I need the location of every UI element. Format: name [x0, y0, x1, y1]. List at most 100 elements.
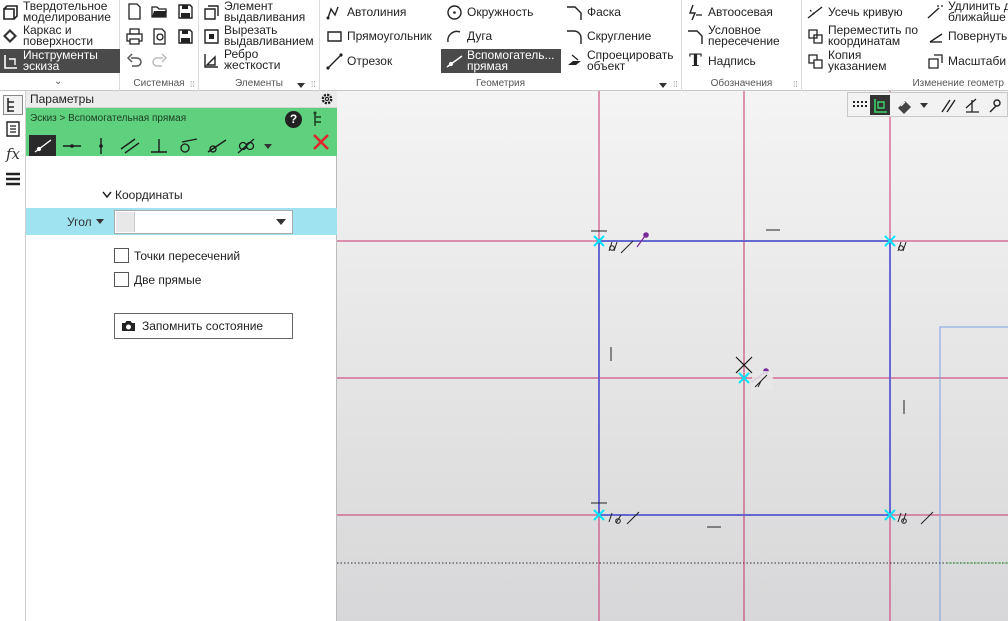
layers-icon[interactable]: [3, 169, 23, 189]
function-icon[interactable]: fx: [3, 144, 23, 164]
mode-sketch-tools[interactable]: Инструменты эскиза: [0, 49, 120, 73]
extend-line2: ближайше: [948, 10, 1006, 24]
autoline-button[interactable]: Автолиния: [326, 0, 406, 24]
display-style-icon[interactable]: [894, 95, 914, 115]
checkbox-box[interactable]: [114, 248, 129, 263]
angle-lock-icon[interactable]: [116, 212, 135, 232]
rectangle-button[interactable]: Прямоугольник: [326, 24, 432, 48]
properties-icon[interactable]: [3, 119, 23, 139]
chevron-down-icon: [102, 191, 112, 199]
vertical-line-mode-button[interactable]: [87, 135, 114, 156]
cut-extrude-button[interactable]: Вырезать выдавливанием: [203, 24, 314, 48]
group-title-geometry: Геометрия: [475, 78, 526, 89]
two-lines-label: Две прямые: [134, 272, 202, 287]
mode-group: Твердотельное моделирование Каркас и повер…: [0, 0, 120, 91]
grid-icon[interactable]: [849, 95, 869, 115]
project-object-button[interactable]: Спроецировать объект: [566, 49, 674, 73]
any-line-icon: [34, 138, 51, 153]
coordinates-section-header[interactable]: Координаты: [102, 188, 183, 202]
angle-input[interactable]: [114, 210, 293, 234]
tangent-2-line-icon: [207, 138, 226, 153]
ribbon-collapse-icon[interactable]: ⌄: [54, 76, 62, 87]
chamfer-button[interactable]: Фаска: [566, 0, 621, 24]
preview-icon[interactable]: [149, 26, 169, 46]
trim-curve-button[interactable]: Усечь кривую: [807, 0, 903, 24]
rotate-label: Повернуть: [948, 28, 1008, 43]
perpendicular-line-mode-button[interactable]: [145, 135, 172, 156]
project-object-icon: [566, 53, 583, 70]
fillet-button[interactable]: Скругление: [566, 24, 651, 48]
elements-dropdown-icon[interactable]: [297, 83, 305, 88]
save-icon[interactable]: [175, 1, 195, 21]
close-icon[interactable]: [311, 132, 331, 152]
auto-axis-button[interactable]: Автоосевая: [687, 0, 773, 24]
drawing-canvas[interactable]: [337, 91, 1008, 621]
group-grip-icon[interactable]: ⁞⁞: [190, 80, 196, 89]
circle-button[interactable]: Окружность: [446, 0, 533, 24]
save-as-icon[interactable]: [175, 26, 195, 46]
wireframe-surface-icon: [2, 28, 19, 45]
any-line-mode-button[interactable]: [29, 135, 56, 156]
new-file-icon[interactable]: [124, 1, 144, 21]
save-state-button[interactable]: Запомнить состояние: [114, 313, 293, 339]
group-grip-icon[interactable]: ⁞⁞: [793, 80, 799, 89]
group-grip-icon[interactable]: ⁞⁞: [673, 80, 679, 89]
tangent-line-mode-button[interactable]: [174, 135, 201, 156]
scale-button[interactable]: Масштаби: [927, 49, 1006, 73]
modes-dropdown-icon[interactable]: [264, 144, 272, 149]
print-icon[interactable]: [124, 26, 144, 46]
construction-line-line2: прямая: [467, 59, 508, 73]
sketch-mode-icon[interactable]: [870, 95, 890, 115]
tree-icon[interactable]: [3, 95, 23, 115]
extrude-button[interactable]: Элемент выдавливания: [203, 0, 305, 24]
geometry-dropdown-icon[interactable]: [659, 83, 667, 88]
rotate-icon: [927, 28, 944, 45]
text-label-button[interactable]: T Надпись: [687, 49, 756, 73]
rotate-button[interactable]: Повернуть: [927, 24, 1007, 48]
segment-button[interactable]: Отрезок: [326, 49, 392, 73]
open-folder-icon[interactable]: [149, 1, 169, 21]
text-label-label: Надпись: [708, 53, 756, 68]
bisector-line-mode-button[interactable]: [232, 135, 259, 156]
panel-header: Эскиз > Вспомогательная прямая ?: [26, 108, 337, 156]
mode-wire-line2: поверхности: [23, 34, 94, 48]
perpendicular-constraint-icon[interactable]: [962, 95, 982, 115]
intersection-points-checkbox[interactable]: Точки пересечений: [114, 248, 240, 263]
arc-button[interactable]: Дуга: [446, 24, 492, 48]
mode-wireframe[interactable]: Каркас и поверхности: [2, 24, 118, 48]
tree-view-icon[interactable]: [312, 111, 326, 128]
checkbox-box[interactable]: [114, 272, 129, 287]
extrude-line2: выдавливания: [224, 10, 306, 24]
help-icon[interactable]: ?: [285, 111, 302, 128]
mode-solid-modeling[interactable]: Твердотельное моделирование: [2, 0, 118, 24]
auto-axis-icon: [687, 4, 704, 21]
rib-line2: жесткости: [224, 58, 281, 72]
cond-intersection-line2: пересечение: [708, 34, 780, 48]
tangent2-line-mode-button[interactable]: [203, 135, 230, 156]
bisector-line-icon: [237, 138, 254, 153]
move-coords-button[interactable]: Переместить по координатам: [807, 24, 918, 48]
angle-mode-dropdown-icon[interactable]: [96, 219, 104, 224]
parallel-constraint-icon[interactable]: [938, 95, 958, 115]
conditional-intersection-button[interactable]: Условное пересечение: [687, 24, 780, 48]
extend-icon: [927, 4, 944, 21]
chevron-down-icon[interactable]: [276, 219, 286, 225]
gear-icon[interactable]: [320, 92, 334, 106]
parallel-line-mode-button[interactable]: [116, 135, 143, 156]
extrude-icon: [203, 4, 220, 21]
rib-button[interactable]: Ребро жесткости: [203, 48, 280, 72]
chamfer-icon: [566, 4, 583, 21]
coordinates-section-title: Координаты: [115, 188, 183, 202]
left-toolstrip: fx: [0, 91, 26, 621]
orient-view-icon[interactable]: [986, 95, 1006, 115]
redo-icon[interactable]: [149, 51, 169, 71]
geometry-group: Автолиния Прямоугольник Отрезок Окружнос…: [320, 0, 682, 91]
display-style-dropdown-icon[interactable]: [920, 103, 928, 108]
construction-line-button[interactable]: Вспомогатель... прямая: [441, 49, 561, 73]
copy-button[interactable]: Копия указанием: [807, 49, 886, 73]
two-lines-checkbox[interactable]: Две прямые: [114, 272, 201, 287]
horizontal-line-mode-button[interactable]: [58, 135, 85, 156]
extend-button[interactable]: Удлинить д ближайше: [927, 0, 1008, 24]
undo-icon[interactable]: [124, 51, 144, 71]
group-grip-icon[interactable]: ⁞⁞: [311, 80, 317, 89]
